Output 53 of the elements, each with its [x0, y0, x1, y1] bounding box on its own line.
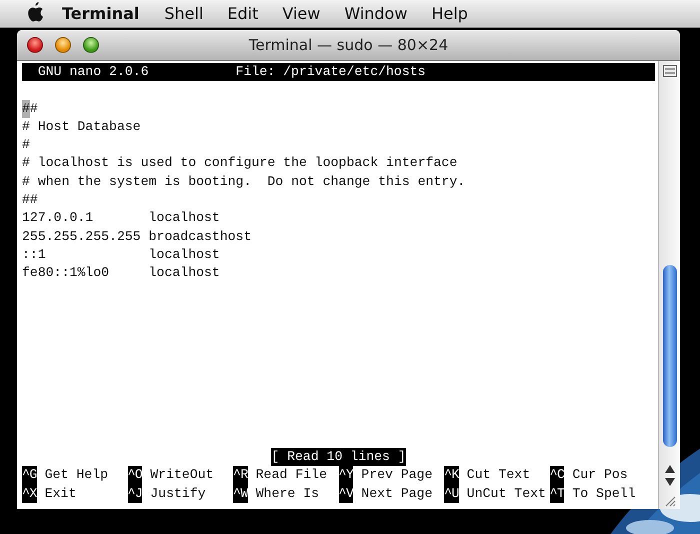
minimize-button[interactable] [55, 37, 71, 53]
shortcut-key: ^Y [338, 466, 354, 485]
status-message: [ Read 10 lines ] [271, 448, 406, 466]
menu-item[interactable]: Terminal [62, 4, 140, 23]
split-pane-icon[interactable] [662, 65, 676, 77]
shortcut-key: ^G [22, 466, 37, 485]
scroll-up-icon[interactable] [664, 465, 674, 473]
shortcut-label: Next Page [361, 484, 433, 503]
file-line: # Host Database [22, 118, 141, 136]
shortcut-key: ^C [550, 466, 564, 485]
file-line: 255.255.255.255 broadcasthost [22, 228, 252, 246]
zoom-button[interactable] [83, 37, 99, 53]
file-line: ## [22, 191, 38, 210]
shortcut-key: ^T [550, 484, 564, 503]
shortcut-key: ^X [22, 484, 37, 503]
shortcut-label: Cur Pos [572, 466, 628, 484]
shortcut-key: ^W [233, 484, 248, 503]
shortcut-key: ^V [338, 484, 354, 503]
shortcut-label: Prev Page [361, 466, 433, 484]
menu-item[interactable]: View [282, 4, 320, 23]
shortcut-label: Get Help [44, 466, 108, 484]
file-line: ::1 localhost [22, 246, 220, 264]
window-title: Terminal — sudo — 80×24 [248, 36, 448, 54]
shortcut-key: ^J [128, 484, 142, 503]
close-button[interactable] [27, 37, 43, 53]
resize-grip-icon[interactable] [664, 495, 676, 507]
shortcut-label: Where Is [256, 484, 320, 503]
nano-version: GNU nano 2.0.6 [38, 63, 149, 81]
file-line: # [22, 136, 30, 154]
shortcut-key: ^U [444, 484, 459, 503]
menu-item[interactable]: Window [344, 4, 408, 23]
shortcut-label: Justify [150, 484, 206, 503]
shortcut-label: Exit [44, 484, 76, 503]
menu-item[interactable]: Shell [164, 4, 204, 23]
shortcut-label: WriteOut [150, 466, 214, 484]
file-line: # localhost is used to configure the loopback interface [22, 154, 458, 172]
scroll-down-icon[interactable] [664, 478, 674, 486]
file-line: # when the system is booting. Do not change this entry. [22, 172, 466, 191]
shortcut-key: ^O [128, 466, 142, 485]
apple-icon[interactable] [26, 2, 44, 22]
shortcut-key: ^K [444, 466, 459, 485]
file-line: 127.0.0.1 localhost [22, 209, 220, 228]
file-line: fe80::1%lo0 localhost [22, 264, 220, 282]
menu-item[interactable]: Edit [227, 4, 258, 23]
shortcut-label: Read File [256, 466, 327, 484]
file-name: File: /private/etc/hosts [236, 63, 426, 81]
scroll-bar[interactable] [658, 61, 680, 509]
scroll-thumb[interactable] [662, 265, 676, 447]
shortcut-label: To Spell [572, 484, 636, 503]
shortcut-label: Cut Text [466, 466, 530, 484]
shortcut-label: UnCut Text [466, 484, 546, 503]
menu-item[interactable]: Help [431, 4, 468, 23]
shortcut-key: ^R [233, 466, 248, 485]
